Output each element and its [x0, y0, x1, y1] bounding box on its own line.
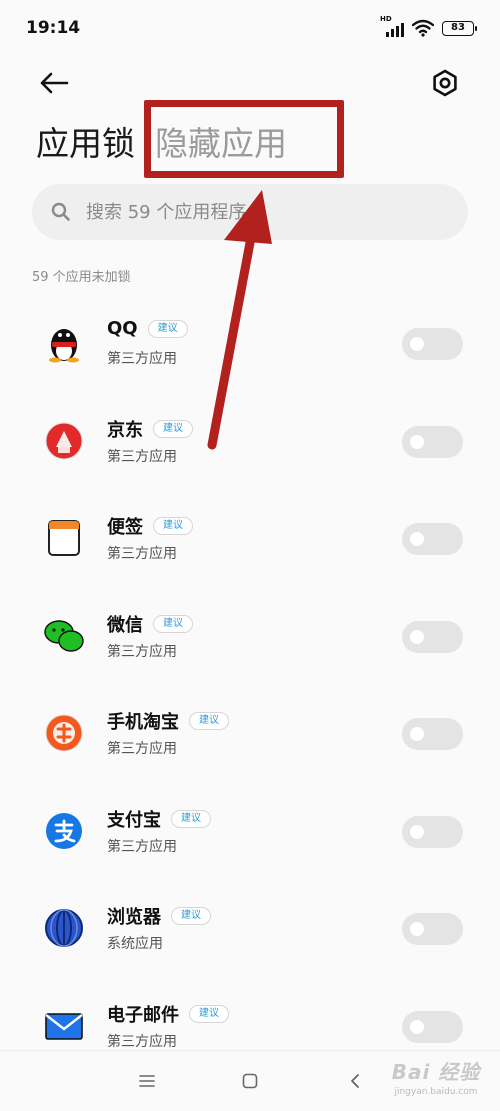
battery-indicator: 83 [442, 20, 477, 36]
app-category: 第三方应用 [107, 351, 177, 367]
app-category: 第三方应用 [107, 838, 177, 855]
app-row-notes[interactable]: 便签 建议 第三方应用 [0, 491, 500, 589]
app-name: 支付宝 [107, 809, 161, 831]
app-row-alipay[interactable]: 支付宝 建议 第三方应用 [0, 784, 500, 882]
recommend-badge: 建议 [171, 907, 211, 925]
recommend-badge: 建议 [189, 712, 229, 730]
app-name: 京东 [107, 419, 143, 441]
lock-toggle-qq[interactable] [402, 328, 463, 360]
status-time: 19:14 [26, 18, 81, 38]
search-input[interactable] [86, 201, 416, 223]
recommend-badge: 建议 [153, 614, 193, 633]
taobao-icon [45, 714, 83, 752]
lock-toggle-notes[interactable] [402, 523, 463, 555]
qq-icon [49, 329, 79, 363]
wechat-icon [44, 619, 84, 652]
app-category: 第三方应用 [107, 741, 177, 757]
network-type-label: HD [380, 15, 392, 23]
lock-toggle-browser[interactable] [402, 913, 463, 945]
status-bar: 19:14 HD 83 [0, 0, 500, 56]
jd-icon [45, 422, 83, 459]
app-name: 微信 [107, 614, 143, 636]
nav-back-button[interactable] [343, 1069, 367, 1093]
app-name: QQ [107, 318, 138, 339]
browser-icon [45, 909, 83, 947]
email-icon [45, 1012, 83, 1040]
recommend-badge: 建议 [189, 1004, 229, 1023]
watermark: Bai 经验 jingyan.baidu.com [380, 1056, 492, 1106]
app-name: 手机淘宝 [107, 712, 179, 733]
gear-icon [433, 69, 457, 97]
search-bar[interactable] [32, 184, 468, 240]
back-button[interactable] [36, 66, 72, 100]
recommend-badge: 建议 [171, 809, 211, 828]
recommend-badge: 建议 [147, 319, 188, 338]
annotation-highlight-box [144, 100, 344, 178]
back-arrow-icon [40, 72, 69, 94]
wifi-icon [412, 19, 434, 37]
app-row-qq[interactable]: QQ 建议 第三方应用 [0, 296, 500, 394]
app-category: 第三方应用 [107, 546, 177, 562]
recommend-badge: 建议 [153, 517, 193, 535]
app-name: 浏览器 [107, 907, 161, 928]
search-icon [51, 202, 70, 221]
app-name: 便签 [107, 517, 143, 538]
recommend-badge: 建议 [153, 419, 193, 438]
watermark-url: jingyan.baidu.com [394, 1087, 478, 1097]
cellular-signal-icon: HD [380, 15, 404, 37]
app-category: 第三方应用 [107, 448, 177, 465]
app-name: 电子邮件 [107, 1004, 179, 1026]
app-row-wechat[interactable]: 微信 建议 第三方应用 [0, 589, 500, 687]
home-square-icon [242, 1073, 258, 1089]
chevron-left-icon [351, 1074, 359, 1088]
alipay-icon [46, 812, 82, 849]
app-list: QQ 建议 第三方应用 京东 建议 第三方应用 便签 建议 第三方应用 微信 建… [0, 296, 500, 1076]
home-button[interactable] [238, 1069, 262, 1093]
app-category: 第三方应用 [107, 1033, 177, 1050]
status-icons: HD 83 [380, 15, 477, 37]
app-category: 第三方应用 [107, 643, 177, 660]
menu-icon [139, 1075, 155, 1087]
lock-toggle-email[interactable] [402, 1010, 463, 1043]
lock-toggle-taobao[interactable] [402, 718, 463, 750]
app-category: 系统应用 [107, 936, 163, 952]
lock-toggle-wechat[interactable] [402, 620, 463, 653]
lock-toggle-jd[interactable] [402, 425, 463, 458]
app-row-jd[interactable]: 京东 建议 第三方应用 [0, 394, 500, 492]
notes-icon [48, 520, 80, 556]
section-label: 59 个应用未加锁 [32, 270, 131, 285]
recent-apps-button[interactable] [135, 1069, 159, 1093]
watermark-logo: Bai 经验 [391, 1060, 481, 1084]
settings-button[interactable] [428, 66, 462, 100]
lock-toggle-alipay[interactable] [402, 815, 463, 848]
tab-app-lock[interactable]: 应用锁 [36, 118, 135, 170]
app-row-browser[interactable]: 浏览器 建议 系统应用 [0, 881, 500, 979]
app-row-taobao[interactable]: 手机淘宝 建议 第三方应用 [0, 686, 500, 784]
